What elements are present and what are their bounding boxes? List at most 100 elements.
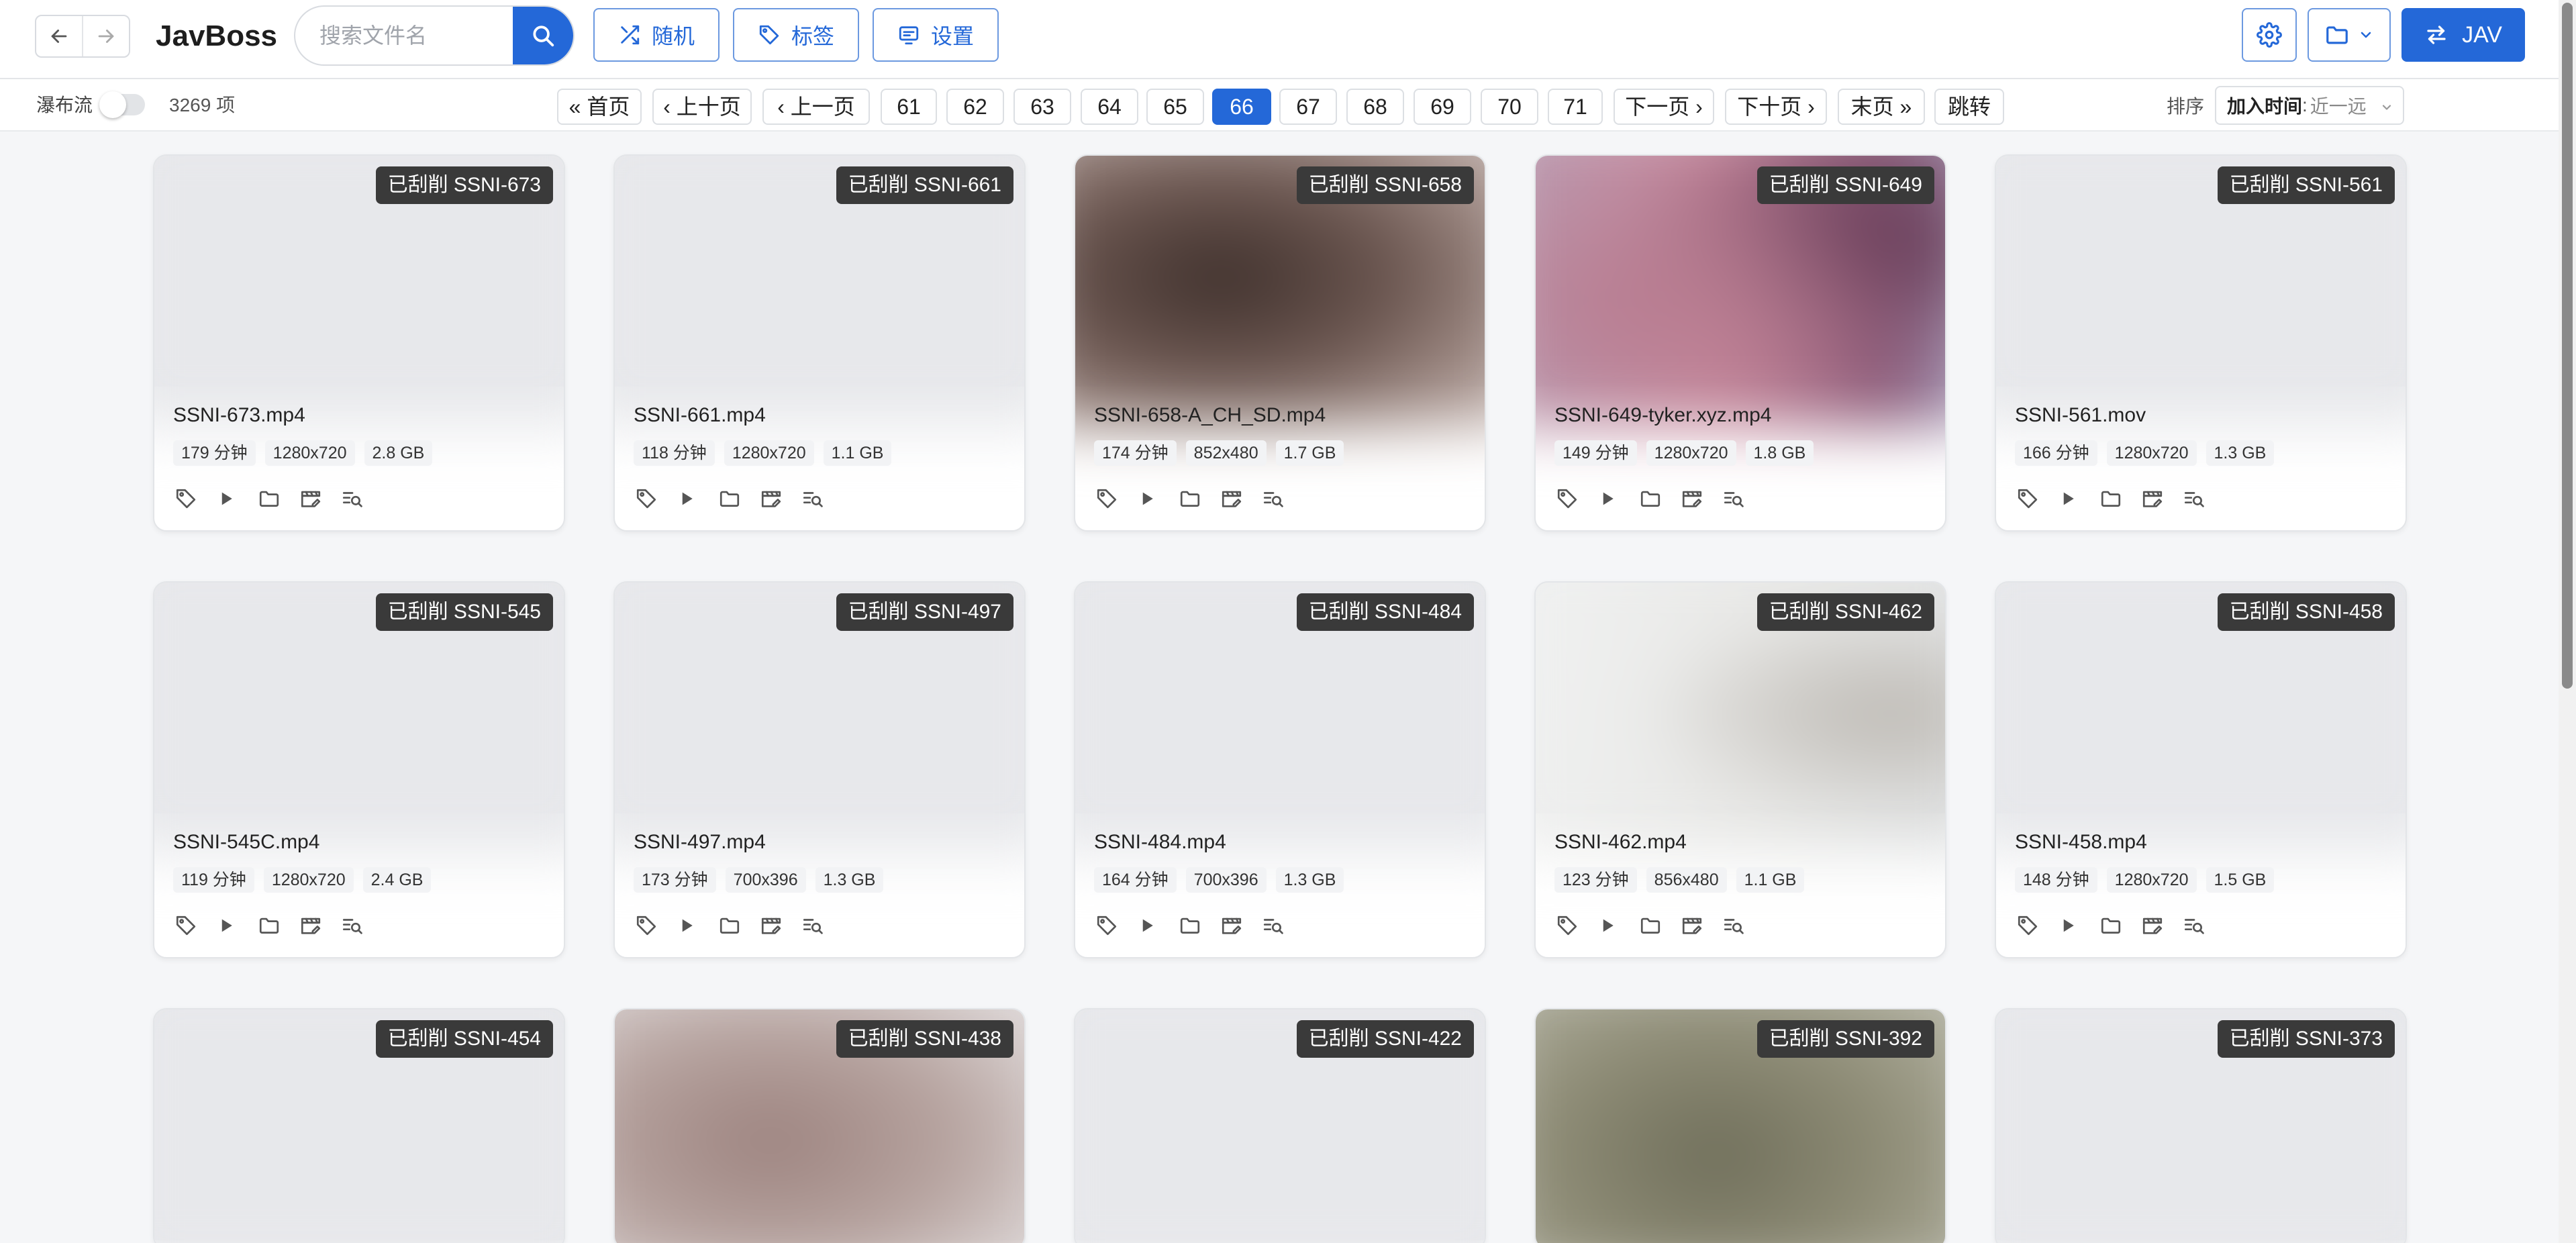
play-button[interactable] bbox=[2058, 909, 2099, 942]
tag-button[interactable] bbox=[635, 909, 677, 942]
search-info-button[interactable] bbox=[801, 482, 843, 515]
last-page-button[interactable]: 末页 » bbox=[1838, 89, 1925, 125]
tag-button[interactable] bbox=[175, 909, 216, 942]
video-card[interactable]: 已刮削 SSNI-458 SSNI-458.mp4 148 分钟 1280x72… bbox=[1995, 581, 2407, 958]
jump-button[interactable]: 跳转 bbox=[1934, 89, 2004, 125]
open-folder-button[interactable] bbox=[258, 482, 299, 515]
waterfall-toggle[interactable] bbox=[99, 91, 145, 118]
video-thumbnail[interactable]: 已刮削 SSNI-392 bbox=[1536, 1009, 1945, 1243]
play-button[interactable] bbox=[1597, 482, 1639, 515]
open-folder-button[interactable] bbox=[1179, 482, 1220, 515]
play-button[interactable] bbox=[2058, 482, 2099, 515]
open-folder-button[interactable] bbox=[258, 909, 299, 942]
search-info-button[interactable] bbox=[1722, 482, 1764, 515]
play-button[interactable] bbox=[677, 482, 718, 515]
play-button[interactable] bbox=[1137, 909, 1179, 942]
page-63[interactable]: 63 bbox=[1013, 89, 1071, 125]
back-button[interactable] bbox=[36, 16, 82, 56]
search-info-button[interactable] bbox=[1722, 909, 1764, 942]
edit-scene-button[interactable] bbox=[2141, 909, 2183, 942]
jav-switch-button[interactable]: JAV bbox=[2401, 8, 2525, 62]
play-button[interactable] bbox=[677, 909, 718, 942]
next-page-button[interactable]: 下一页 › bbox=[1614, 89, 1714, 125]
edit-scene-button[interactable] bbox=[299, 909, 341, 942]
video-thumbnail[interactable]: 已刮削 SSNI-438 bbox=[615, 1009, 1024, 1243]
page-71[interactable]: 71 bbox=[1548, 89, 1603, 125]
video-card[interactable]: 已刮削 SSNI-661 SSNI-661.mp4 118 分钟 1280x72… bbox=[613, 154, 1026, 532]
video-thumbnail[interactable]: 已刮削 SSNI-673 bbox=[154, 156, 564, 427]
tags-button[interactable]: 标签 bbox=[733, 8, 859, 62]
play-button[interactable] bbox=[216, 482, 258, 515]
video-card[interactable]: 已刮削 SSNI-497 SSNI-497.mp4 173 分钟 700x396… bbox=[613, 581, 1026, 958]
folder-dropdown-button[interactable] bbox=[2308, 8, 2391, 62]
first-page-button[interactable]: « 首页 bbox=[557, 89, 642, 125]
search-info-button[interactable] bbox=[2183, 909, 2224, 942]
edit-scene-button[interactable] bbox=[1220, 482, 1262, 515]
forward-button[interactable] bbox=[82, 16, 129, 56]
search-info-button[interactable] bbox=[2183, 482, 2224, 515]
tag-button[interactable] bbox=[175, 482, 216, 515]
video-thumbnail[interactable]: 已刮削 SSNI-422 bbox=[1075, 1009, 1485, 1243]
video-card[interactable]: 已刮削 SSNI-454 bbox=[153, 1008, 565, 1243]
search-input[interactable] bbox=[295, 7, 514, 64]
video-card[interactable]: 已刮削 SSNI-438 bbox=[613, 1008, 1026, 1243]
page-67[interactable]: 67 bbox=[1279, 89, 1337, 125]
edit-scene-button[interactable] bbox=[2141, 482, 2183, 515]
page-61[interactable]: 61 bbox=[881, 89, 937, 125]
video-card[interactable]: 已刮削 SSNI-673 SSNI-673.mp4 179 分钟 1280x72… bbox=[153, 154, 565, 532]
scrollbar-thumb[interactable] bbox=[2562, 3, 2573, 689]
search-button[interactable] bbox=[513, 7, 573, 64]
open-folder-button[interactable] bbox=[1639, 482, 1681, 515]
page-62[interactable]: 62 bbox=[946, 89, 1004, 125]
video-thumbnail[interactable]: 已刮削 SSNI-373 bbox=[1996, 1009, 2406, 1243]
video-card[interactable]: 已刮削 SSNI-545 SSNI-545C.mp4 119 分钟 1280x7… bbox=[153, 581, 565, 958]
open-folder-button[interactable] bbox=[1639, 909, 1681, 942]
page-69[interactable]: 69 bbox=[1414, 89, 1471, 125]
video-thumbnail[interactable]: 已刮削 SSNI-484 bbox=[1075, 583, 1485, 854]
page-65[interactable]: 65 bbox=[1146, 89, 1204, 125]
video-thumbnail[interactable]: 已刮削 SSNI-649 bbox=[1536, 156, 1945, 427]
video-card[interactable]: 已刮削 SSNI-392 bbox=[1534, 1008, 1946, 1243]
tag-button[interactable] bbox=[1095, 482, 1137, 515]
search-info-button[interactable] bbox=[341, 909, 383, 942]
open-folder-button[interactable] bbox=[718, 482, 760, 515]
search-info-button[interactable] bbox=[1262, 909, 1303, 942]
edit-scene-button[interactable] bbox=[760, 909, 801, 942]
video-card[interactable]: 已刮削 SSNI-658 SSNI-658-A_CH_SD.mp4 174 分钟… bbox=[1074, 154, 1486, 532]
edit-scene-button[interactable] bbox=[1681, 909, 1722, 942]
edit-scene-button[interactable] bbox=[299, 482, 341, 515]
video-thumbnail[interactable]: 已刮削 SSNI-561 bbox=[1996, 156, 2406, 427]
gear-button[interactable] bbox=[2242, 8, 2297, 62]
page-64[interactable]: 64 bbox=[1081, 89, 1138, 125]
video-card[interactable]: 已刮削 SSNI-422 bbox=[1074, 1008, 1486, 1243]
page-70[interactable]: 70 bbox=[1481, 89, 1538, 125]
search-info-button[interactable] bbox=[341, 482, 383, 515]
open-folder-button[interactable] bbox=[2099, 909, 2141, 942]
open-folder-button[interactable] bbox=[1179, 909, 1220, 942]
tag-button[interactable] bbox=[1095, 909, 1137, 942]
video-card[interactable]: 已刮削 SSNI-484 SSNI-484.mp4 164 分钟 700x396… bbox=[1074, 581, 1486, 958]
page-scrollbar[interactable] bbox=[2559, 0, 2576, 1243]
video-thumbnail[interactable]: 已刮削 SSNI-658 bbox=[1075, 156, 1485, 427]
play-button[interactable] bbox=[1137, 482, 1179, 515]
video-thumbnail[interactable]: 已刮削 SSNI-462 bbox=[1536, 583, 1945, 854]
search-info-button[interactable] bbox=[801, 909, 843, 942]
search-info-button[interactable] bbox=[1262, 482, 1303, 515]
sort-select[interactable]: 加入时间 : 近一远 bbox=[2215, 86, 2404, 125]
video-card[interactable]: 已刮削 SSNI-649 SSNI-649-tyker.xyz.mp4 149 … bbox=[1534, 154, 1946, 532]
video-thumbnail[interactable]: 已刮削 SSNI-661 bbox=[615, 156, 1024, 427]
video-card[interactable]: 已刮削 SSNI-462 SSNI-462.mp4 123 分钟 856x480… bbox=[1534, 581, 1946, 958]
tag-button[interactable] bbox=[2016, 909, 2058, 942]
settings-button[interactable]: 设置 bbox=[873, 8, 999, 62]
video-thumbnail[interactable]: 已刮削 SSNI-497 bbox=[615, 583, 1024, 854]
play-button[interactable] bbox=[216, 909, 258, 942]
tag-button[interactable] bbox=[635, 482, 677, 515]
play-button[interactable] bbox=[1597, 909, 1639, 942]
prev-page-button[interactable]: ‹ 上一页 bbox=[762, 89, 870, 125]
open-folder-button[interactable] bbox=[2099, 482, 2141, 515]
tag-button[interactable] bbox=[1556, 909, 1597, 942]
video-thumbnail[interactable]: 已刮削 SSNI-454 bbox=[154, 1009, 564, 1243]
open-folder-button[interactable] bbox=[718, 909, 760, 942]
video-card[interactable]: 已刮削 SSNI-373 bbox=[1995, 1008, 2407, 1243]
edit-scene-button[interactable] bbox=[1681, 482, 1722, 515]
